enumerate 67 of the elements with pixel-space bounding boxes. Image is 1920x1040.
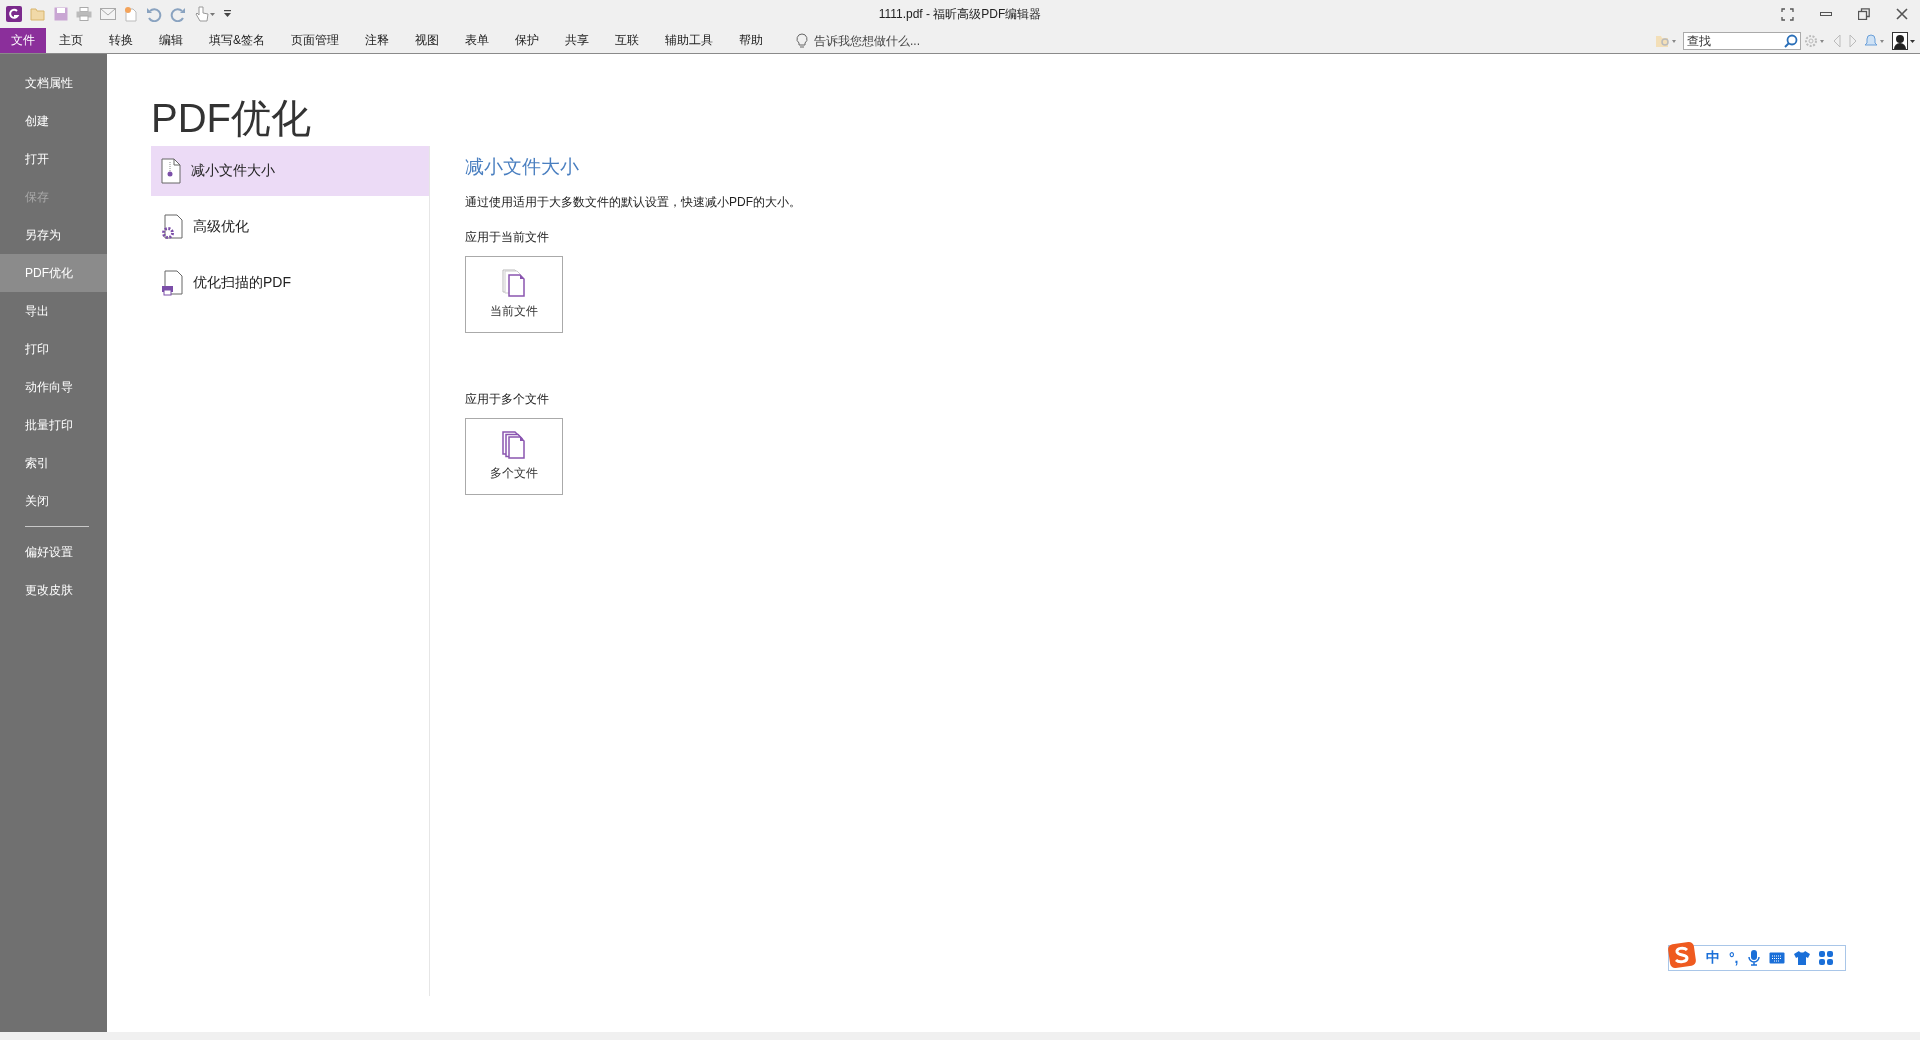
user-icon[interactable] <box>1892 31 1916 50</box>
file-printer-icon <box>161 270 183 296</box>
menu-tab[interactable]: 保护 <box>502 28 552 53</box>
document-icon <box>502 269 526 297</box>
microphone-icon[interactable] <box>1747 950 1760 966</box>
hand-tool-icon[interactable] <box>194 6 216 22</box>
description-text: 通过使用适用于大多数文件的默认设置，快速减小PDF的大小。 <box>465 194 801 211</box>
sidebar-item[interactable]: 导出 <box>0 292 107 330</box>
menu-tab[interactable]: 帮助 <box>726 28 776 53</box>
customize-dropdown-icon[interactable] <box>224 10 231 18</box>
ime-logo-icon[interactable] <box>1667 941 1697 969</box>
optimize-option[interactable]: 高级优化 <box>151 202 429 252</box>
menu-tab[interactable]: 转换 <box>96 28 146 53</box>
window-title: 1111.pdf - 福昕高级PDF编辑器 <box>878 5 1042 23</box>
restore-icon[interactable] <box>1858 8 1870 20</box>
grid-icon[interactable] <box>1818 951 1833 965</box>
page-title: PDF优化 <box>151 95 312 142</box>
menu-tab[interactable]: 视图 <box>402 28 452 53</box>
shirt-icon[interactable] <box>1793 951 1810 965</box>
sidebar-item[interactable]: 创建 <box>0 102 107 140</box>
fullscreen-icon[interactable] <box>1781 7 1794 21</box>
app-logo-icon[interactable] <box>6 6 22 22</box>
ime-mode-toggle[interactable]: 中 <box>1706 949 1720 967</box>
lightbulb-icon <box>796 32 808 49</box>
optimize-option[interactable]: 减小文件大小 <box>151 146 429 196</box>
section-heading: 减小文件大小 <box>465 155 580 179</box>
menu-tab[interactable]: 页面管理 <box>278 28 352 53</box>
menu-tab[interactable]: 文件 <box>0 28 46 53</box>
sidebar-item[interactable]: 打印 <box>0 330 107 368</box>
tell-me-field[interactable]: 告诉我您想做什么... <box>812 28 956 53</box>
minimize-icon[interactable] <box>1820 10 1832 18</box>
menu-tab[interactable]: 辅助工具 <box>652 28 726 53</box>
menu-tab[interactable]: 主页 <box>46 28 96 53</box>
sidebar-item[interactable]: 索引 <box>0 444 107 482</box>
apply-button[interactable]: 当前文件 <box>465 256 563 333</box>
save-icon[interactable] <box>54 7 68 21</box>
optimize-option[interactable]: 优化扫描的PDF <box>151 258 429 308</box>
keyboard-icon[interactable] <box>1768 952 1785 964</box>
sidebar-item[interactable]: 偏好设置 <box>0 533 107 571</box>
file-gear-icon <box>161 214 183 240</box>
menu-tab[interactable]: 互联 <box>602 28 652 53</box>
zip-file-icon <box>161 158 181 184</box>
menu-tab[interactable]: 编辑 <box>146 28 196 53</box>
section-label: 应用于当前文件 <box>465 229 550 246</box>
menu-tab[interactable]: 填写&签名 <box>196 28 278 53</box>
menu-tab[interactable]: 表单 <box>452 28 502 53</box>
print-icon[interactable] <box>76 7 92 21</box>
section-label: 应用于多个文件 <box>465 391 550 408</box>
menu-tab[interactable]: 共享 <box>552 28 602 53</box>
sidebar-item[interactable]: 更改皮肤 <box>0 571 107 609</box>
apply-button[interactable]: 多个文件 <box>465 418 563 495</box>
sidebar-item[interactable]: 打开 <box>0 140 107 178</box>
redo-icon[interactable] <box>170 6 186 22</box>
sidebar-item[interactable]: 另存为 <box>0 216 107 254</box>
sidebar-item[interactable]: 文档属性 <box>0 64 107 102</box>
undo-icon[interactable] <box>146 6 162 22</box>
documents-icon <box>502 431 526 459</box>
sidebar-item[interactable]: 动作向导 <box>0 368 107 406</box>
close-icon[interactable] <box>1896 8 1908 20</box>
sidebar-item[interactable]: 关闭 <box>0 482 107 520</box>
menu-tab[interactable]: 注释 <box>352 28 402 53</box>
bell-icon[interactable] <box>1864 32 1886 49</box>
new-document-icon[interactable] <box>124 6 138 22</box>
email-icon[interactable] <box>100 8 116 20</box>
search-field[interactable]: 查找 <box>1683 31 1801 50</box>
punctuation-toggle[interactable]: °, <box>1729 950 1739 966</box>
sidebar-item[interactable]: 批量打印 <box>0 406 107 444</box>
